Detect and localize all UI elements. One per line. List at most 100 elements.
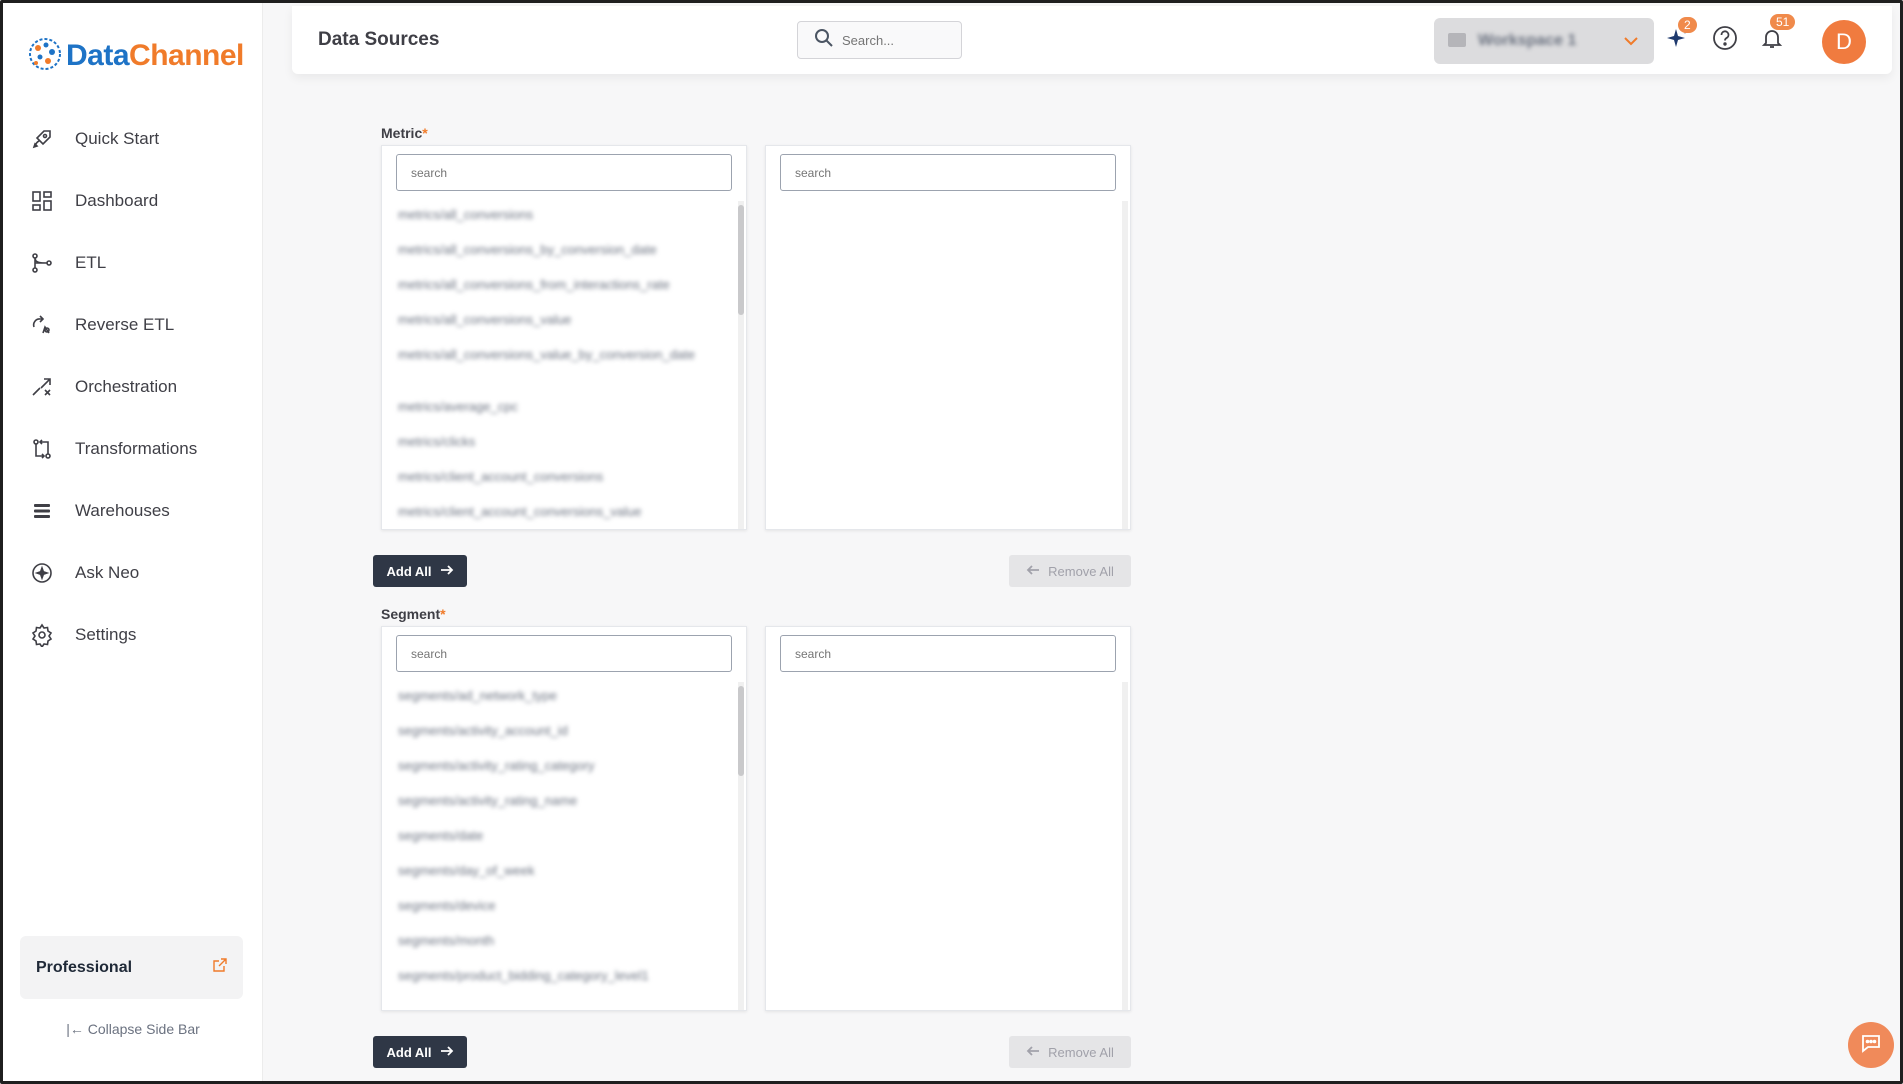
sidebar-item-label: Reverse ETL <box>75 315 175 334</box>
sidebar-item-etl[interactable]: ETL <box>3 232 262 294</box>
segment-add-all-button[interactable]: Add All <box>373 1036 467 1068</box>
scrollbar[interactable] <box>1122 201 1128 529</box>
sidebar-item-settings[interactable]: Settings <box>3 604 262 666</box>
segment-label: Segment* <box>381 606 446 622</box>
collapse-sidebar-label: Collapse Side Bar <box>87 1021 200 1037</box>
sidebar-item-quick-start[interactable]: Quick Start <box>3 108 262 170</box>
list-item[interactable]: metrics/all_conversions_from_interaction… <box>398 276 722 311</box>
gear-icon <box>29 622 55 648</box>
arrow-left-icon <box>1026 1044 1040 1061</box>
remove-all-label: Remove All <box>1048 563 1114 579</box>
sparkle-icon <box>29 560 55 586</box>
arrow-left-icon <box>1026 563 1040 580</box>
sidebar-item-label: Quick Start <box>75 129 160 148</box>
segment-available-items: segments/ad_network_type segments/activi… <box>398 687 722 1002</box>
global-search[interactable] <box>797 21 962 59</box>
list-item[interactable]: metrics/clicks <box>398 433 722 468</box>
sidebar-item-warehouses[interactable]: Warehouses <box>3 480 262 542</box>
metric-available-search[interactable] <box>396 154 732 191</box>
transformations-icon <box>29 436 55 462</box>
metric-add-all-button[interactable]: Add All <box>373 555 467 587</box>
metric-available-items: metrics/all_conversions metrics/all_conv… <box>398 206 722 538</box>
segment-available-list: segments/ad_network_type segments/activi… <box>381 626 747 1011</box>
list-item[interactable]: segments/activity_account_id <box>398 722 722 757</box>
segment-remove-all-button[interactable]: Remove All <box>1009 1036 1131 1068</box>
list-item[interactable]: segments/product_bidding_category_level1 <box>398 967 722 1002</box>
list-item[interactable]: metrics/client_account_conversions_value <box>398 503 722 538</box>
list-item[interactable]: metrics/average_cpc <box>398 398 722 433</box>
sidebar-item-label: ETL <box>75 253 107 272</box>
user-avatar[interactable]: D <box>1822 20 1866 64</box>
list-item[interactable]: segments/activity_rating_category <box>398 757 722 792</box>
sidebar-item-reverse-etl[interactable]: Reverse ETL <box>3 294 262 356</box>
sidebar-item-orchestration[interactable]: Orchestration <box>3 356 262 418</box>
app-window: DataChannel Quick Start Dashboard ETL Re… <box>0 0 1903 1084</box>
rocket-icon <box>29 126 55 152</box>
list-item[interactable]: metrics/all_conversions_by_conversion_da… <box>398 241 722 276</box>
dashboard-grid-icon <box>29 188 55 214</box>
arrow-right-icon <box>440 563 454 580</box>
chat-bubble-icon <box>1859 1031 1883 1060</box>
chat-support-button[interactable] <box>1848 1022 1894 1068</box>
list-item[interactable]: segments/month <box>398 932 722 967</box>
metric-selected-list <box>765 145 1131 530</box>
segment-label-text: Segment <box>381 606 441 622</box>
logo-text-data: Data <box>66 39 130 72</box>
workspace-selector[interactable]: Workspace 1 <box>1434 18 1654 64</box>
list-item[interactable]: metrics/client_account_conversions <box>398 468 722 503</box>
scrollbar[interactable] <box>738 201 744 529</box>
list-item[interactable]: segments/activity_rating_name <box>398 792 722 827</box>
plan-name: Professional <box>36 958 133 976</box>
collapse-sidebar-button[interactable]: |← Collapse Side Bar <box>3 1021 263 1037</box>
list-item[interactable]: segments/ad_network_type <box>398 687 722 722</box>
sidebar-item-ask-neo[interactable]: Ask Neo <box>3 542 262 604</box>
list-item[interactable]: metrics/all_conversions <box>398 206 722 241</box>
metric-selected-search[interactable] <box>780 154 1116 191</box>
building-icon <box>1446 28 1468 55</box>
sidebar-item-label: Dashboard <box>75 191 159 210</box>
external-link-icon[interactable] <box>213 958 227 977</box>
sidebar-item-dashboard[interactable]: Dashboard <box>3 170 262 232</box>
metric-available-list: metrics/all_conversions metrics/all_conv… <box>381 145 747 530</box>
sidebar-item-transformations[interactable]: Transformations <box>3 418 262 480</box>
collapse-arrow-icon: |← <box>66 1021 84 1037</box>
list-item[interactable]: segments/device <box>398 897 722 932</box>
global-search-input[interactable] <box>842 32 952 48</box>
scrollbar-thumb[interactable] <box>738 686 744 776</box>
list-item[interactable]: metrics/all_conversions_value <box>398 311 722 346</box>
etl-flow-icon <box>29 250 55 276</box>
scrollbar[interactable] <box>738 682 744 1010</box>
datachannel-logo-icon <box>28 37 62 76</box>
remove-all-label: Remove All <box>1048 1044 1114 1060</box>
sidebar-item-label: Orchestration <box>75 377 178 396</box>
segment-available-search[interactable] <box>396 635 732 672</box>
segment-selected-list <box>765 626 1131 1011</box>
notifications-button[interactable]: 51 <box>1758 14 1796 54</box>
help-button[interactable] <box>1711 25 1739 54</box>
sidebar-item-label: Transformations <box>75 439 198 458</box>
metric-label-text: Metric <box>381 125 423 141</box>
list-item[interactable]: metrics/all_conversions_value_by_convers… <box>398 346 722 398</box>
add-all-label: Add All <box>386 563 432 579</box>
plan-card[interactable]: Professional <box>20 936 243 999</box>
arrow-right-icon <box>440 1044 454 1061</box>
scrollbar-thumb[interactable] <box>738 205 744 315</box>
required-mark: * <box>422 125 428 141</box>
list-item[interactable]: segments/day_of_week <box>398 862 722 897</box>
segment-selected-search[interactable] <box>780 635 1116 672</box>
warehouse-stack-icon <box>29 498 55 524</box>
list-item[interactable]: segments/date <box>398 827 722 862</box>
top-header: Data Sources Workspace 1 2 <box>292 6 1892 74</box>
chevron-down-icon <box>1622 32 1640 55</box>
logo[interactable]: DataChannel <box>28 36 244 76</box>
logo-text-channel: Channel <box>129 39 244 72</box>
sidebar: DataChannel Quick Start Dashboard ETL Re… <box>3 3 263 1081</box>
metric-label: Metric* <box>381 125 428 141</box>
sidebar-item-label: Ask Neo <box>75 563 140 582</box>
metric-remove-all-button[interactable]: Remove All <box>1009 555 1131 587</box>
ai-assistant-button[interactable]: 2 <box>1664 17 1697 54</box>
notifications-badge: 51 <box>1770 14 1796 30</box>
page-title: Data Sources <box>318 29 440 50</box>
scrollbar[interactable] <box>1122 682 1128 1010</box>
search-icon <box>814 28 834 53</box>
